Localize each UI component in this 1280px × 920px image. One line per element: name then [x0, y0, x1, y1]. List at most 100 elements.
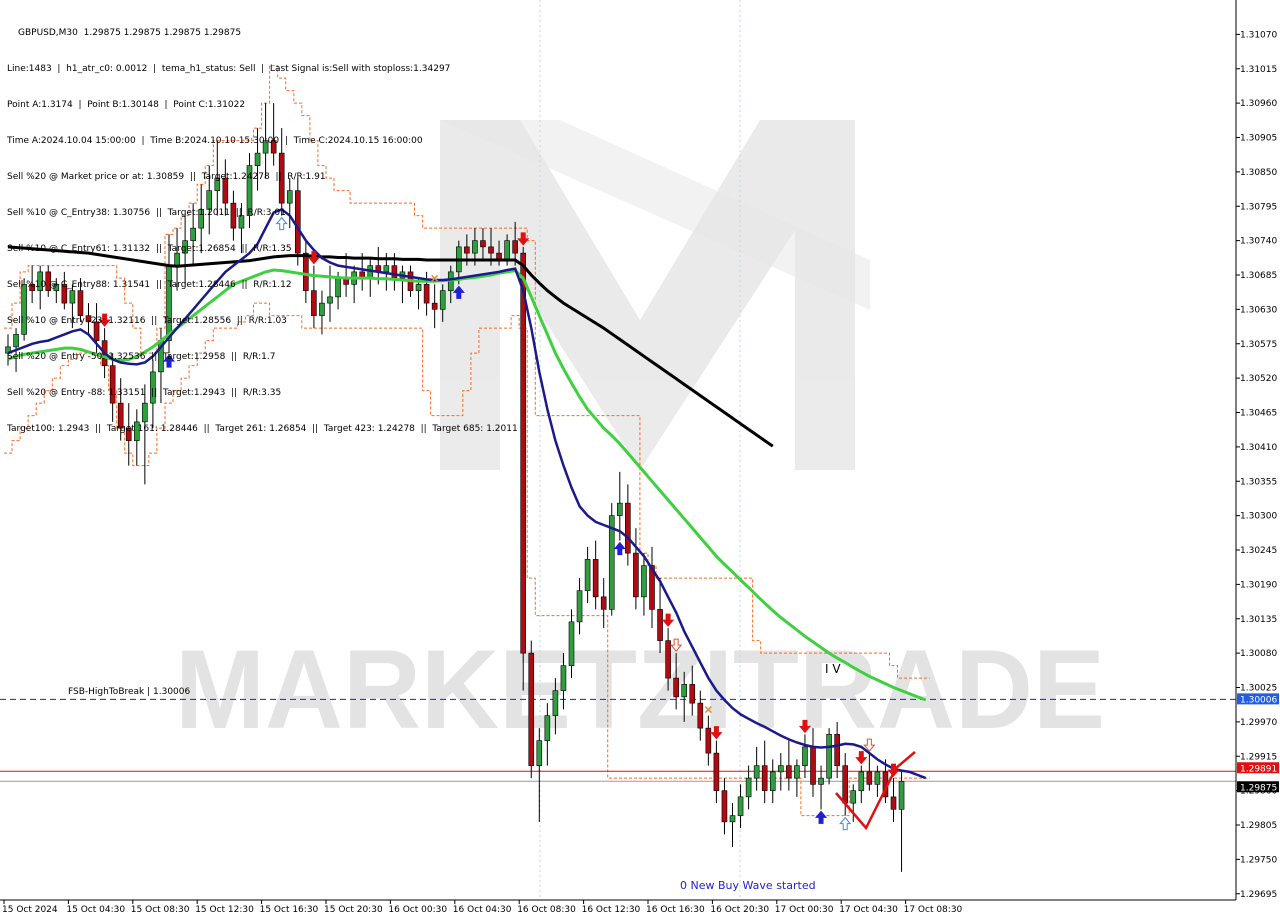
- info-line: Sell %20 @ Entry -88: 1.33151 || Target:…: [7, 388, 282, 398]
- candle-body: [834, 734, 840, 766]
- candle-body: [616, 502, 623, 516]
- price-tick-label: 1.30080: [1240, 649, 1277, 659]
- candle-body: [681, 684, 688, 698]
- candle-body: [761, 765, 768, 791]
- price-tick-label: 1.30410: [1240, 443, 1277, 453]
- candle-body: [673, 677, 679, 698]
- price-tick-label: 1.29915: [1240, 752, 1277, 762]
- time-tick-label: 16 Oct 00:30: [388, 905, 447, 915]
- candle-body: [544, 715, 551, 741]
- candle-body: [753, 765, 760, 779]
- time-tick-label: 15 Oct 2024: [2, 905, 58, 915]
- candle-body: [689, 684, 696, 704]
- info-line: Sell %10 @ C_Entry61: 1.31132 || Target:…: [7, 244, 292, 254]
- price-tick-label: 1.29805: [1240, 821, 1277, 831]
- candle-body: [898, 780, 905, 810]
- info-line: Sell %20 @ Entry -50: 1.32536 || Target:…: [7, 352, 276, 362]
- candle-body: [520, 252, 527, 654]
- candle-body: [657, 609, 663, 641]
- info-line: Sell %10 @ Entry -23: 1.32116 || Target:…: [7, 316, 287, 326]
- price-tick-label: 1.30905: [1240, 134, 1277, 144]
- candle-body: [528, 652, 535, 766]
- time-tick-label: 16 Oct 08:30: [517, 905, 576, 915]
- candle-body: [745, 777, 752, 798]
- bull-candle: [826, 728, 832, 785]
- price-tick-label: 1.31070: [1240, 30, 1277, 40]
- time-tick-label: 16 Oct 04:30: [453, 905, 512, 915]
- candle-body: [625, 502, 631, 554]
- price-tick-label: 1.29970: [1240, 718, 1277, 728]
- candle-body: [850, 790, 857, 804]
- candle-body: [858, 771, 865, 791]
- candle-body: [600, 596, 607, 610]
- price-tick-label: 1.30740: [1240, 237, 1277, 247]
- candle-body: [802, 746, 808, 766]
- indicator-info-panel: GBPUSD,M30 1.29875 1.29875 1.29875 1.298…: [7, 3, 518, 447]
- price-label-text: 1.30006: [1240, 695, 1277, 705]
- candle-body: [786, 765, 792, 779]
- candle-body: [866, 771, 873, 785]
- candle-body: [810, 746, 816, 785]
- price-tick-label: 1.31015: [1240, 65, 1277, 75]
- price-tick-label: 1.30190: [1240, 580, 1277, 590]
- info-line: Target100: 1.2943 || Target 161: 1.28446…: [7, 424, 518, 434]
- candle-body: [769, 771, 776, 791]
- time-tick-label: 16 Oct 16:30: [646, 905, 705, 915]
- time-tick-label: 16 Oct 20:30: [710, 905, 769, 915]
- candle-body: [713, 752, 720, 791]
- watermark-text: MARKETZITRADE: [175, 627, 1105, 752]
- info-line: Point A:1.3174 | Point B:1.30148 | Point…: [7, 100, 246, 110]
- price-tick-label: 1.30685: [1240, 271, 1277, 281]
- candle-body: [697, 702, 704, 729]
- time-tick-label: 15 Oct 04:30: [66, 905, 125, 915]
- candle-body: [592, 559, 599, 598]
- candle-body: [633, 552, 639, 598]
- price-tick-label: 1.30960: [1240, 99, 1277, 109]
- info-line: Time A:2024.10.04 15:00:00 | Time B:2024…: [7, 136, 423, 146]
- time-tick-label: 15 Oct 16:30: [260, 905, 319, 915]
- price-tick-label: 1.30135: [1240, 615, 1277, 625]
- info-line: Line:1483 | h1_atr_c0: 0.0012 | tema_h1_…: [7, 64, 451, 74]
- candle-body: [641, 565, 647, 598]
- candle-body: [665, 640, 671, 679]
- roman-label: I V: [825, 662, 841, 676]
- candle-body: [560, 665, 567, 691]
- candle-body: [552, 690, 559, 716]
- candle-body: [737, 796, 744, 816]
- candle-body: [584, 559, 591, 591]
- price-label-text: 1.29875: [1240, 783, 1277, 793]
- time-tick-label: 16 Oct 12:30: [582, 905, 641, 915]
- price-tick-label: 1.30795: [1240, 202, 1277, 212]
- price-label-text: 1.29891: [1240, 764, 1277, 774]
- bear-candle: [520, 246, 527, 691]
- candle-body: [536, 740, 543, 766]
- time-tick-label: 17 Oct 04:30: [839, 905, 898, 915]
- symbol-line: GBPUSD,M30 1.29875 1.29875 1.29875 1.298…: [18, 28, 242, 38]
- time-tick-label: 15 Oct 20:30: [324, 905, 383, 915]
- bull-candle: [608, 503, 615, 616]
- candle-body: [842, 765, 849, 804]
- candle-body: [826, 734, 832, 779]
- price-tick-label: 1.30575: [1240, 340, 1277, 350]
- price-tick-label: 1.30630: [1240, 305, 1277, 315]
- wave-label: 0 New Buy Wave started: [680, 879, 816, 892]
- candle-body: [874, 771, 881, 785]
- price-tick-label: 1.30465: [1240, 409, 1277, 419]
- price-tick-label: 1.29695: [1240, 890, 1277, 900]
- candle-body: [729, 815, 736, 823]
- info-line: Sell %10 @ C_Entry38: 1.30756 || Target:…: [7, 208, 286, 218]
- price-tick-label: 1.30355: [1240, 477, 1277, 487]
- time-tick-label: 15 Oct 12:30: [195, 905, 254, 915]
- info-line: Sell %10 @ C_Entry88: 1.31541 || Target:…: [7, 280, 292, 290]
- price-tick-label: 1.30025: [1240, 684, 1277, 694]
- price-tick-label: 1.30520: [1240, 374, 1277, 384]
- fsb-label: FSB-HighToBreak | 1.30006: [68, 687, 190, 697]
- bear-candle: [528, 640, 535, 779]
- price-tick-label: 1.30300: [1240, 512, 1277, 522]
- candle-body: [890, 796, 897, 810]
- candle-body: [721, 790, 728, 823]
- time-tick-label: 17 Oct 00:30: [775, 905, 834, 915]
- candle-body: [777, 765, 784, 773]
- candle-body: [794, 765, 800, 779]
- price-tick-label: 1.30245: [1240, 546, 1277, 556]
